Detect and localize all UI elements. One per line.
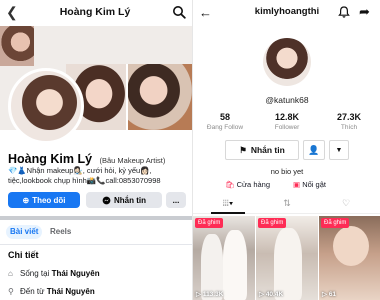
tab-reels[interactable]: Reels	[46, 225, 75, 239]
message-button-label: Nhắn tin	[114, 195, 146, 205]
share-icon[interactable]: ➦	[359, 4, 375, 20]
message-button-label: Nhắn tin	[250, 145, 285, 155]
shop-link-label: Cửa hàng	[236, 180, 271, 189]
flag-icon: ⚑	[239, 144, 247, 155]
facebook-header: ❮ Hoàng Kim Lý	[0, 0, 192, 26]
tab-liked-icon[interactable]: ♡	[331, 198, 361, 209]
follow-button-label: Theo dõi	[32, 195, 66, 205]
details-heading: Chi tiết	[8, 250, 39, 260]
profile-name: Hoàng Kim Lý	[8, 152, 93, 166]
shop-icon: 🛍	[225, 180, 235, 189]
stat-value: 27.3K	[336, 112, 362, 122]
stat-followers[interactable]: 12.8K Follower	[257, 112, 317, 132]
figure-shape	[223, 230, 247, 300]
figure-shape	[333, 226, 369, 266]
stat-value: 58	[219, 112, 230, 122]
profile-bio: no bio yet	[270, 167, 304, 176]
caret-down-icon: ▼	[335, 146, 343, 154]
more-options-button[interactable]: ...	[166, 192, 186, 208]
section-divider	[0, 216, 192, 220]
featured-icon: ▣	[293, 180, 301, 189]
stat-label: Follower	[274, 124, 300, 131]
tiktok-header: ← kimlyhoangthi ➦	[193, 0, 380, 26]
tab-videos-grid-icon[interactable]: ⦙⦙⦙▾	[213, 198, 243, 209]
detail-place[interactable]: Thái Nguyên	[52, 269, 100, 278]
view-count-value: 40.4K	[265, 291, 284, 298]
message-button[interactable]: ⚑ Nhắn tin	[225, 140, 299, 160]
profile-bio: 💎👗Nhận makeup👩🏻‍🎨, cưới hỏi, kỷ yếu👩🏻, t…	[8, 166, 161, 185]
more-dropdown-button[interactable]: ▼	[329, 140, 349, 160]
profile-handle: @katunk68	[265, 95, 309, 105]
view-count: ▷ 40.4K	[259, 291, 284, 298]
cover-photo-right	[128, 64, 192, 130]
pinned-badge: Đã ghim	[195, 218, 224, 228]
video-thumbnail[interactable]: Đã ghim ▷ 113.3K	[193, 216, 255, 300]
active-tab-underline	[211, 212, 245, 214]
profile-links: 🛍 Cửa hàng ▣ Nổi gật	[193, 180, 380, 192]
stat-following[interactable]: 58 Đang Follow	[195, 112, 255, 132]
add-user-icon: 👤	[308, 144, 320, 155]
home-icon: ⌂	[8, 269, 13, 278]
featured-link[interactable]: ▣ Nổi gật	[293, 180, 326, 189]
detail-prefix: Đến từ	[20, 287, 47, 296]
follow-plus-icon: ⊕	[22, 195, 30, 205]
profile-stats: 58 Đang Follow 12.8K Follower 27.3K Thíc…	[193, 112, 380, 134]
back-arrow-icon[interactable]: ←	[199, 5, 212, 20]
tab-posts[interactable]: Bài viết	[6, 225, 43, 239]
stat-likes: 27.3K Thích	[319, 112, 379, 132]
featured-link-label: Nổi gật	[302, 180, 326, 189]
facebook-profile-pane: ❮ Hoàng Kim Lý Hoàng Kim Lý (Bâu Makeup …	[0, 0, 192, 300]
detail-prefix: Sống tại	[20, 269, 52, 278]
view-count-value: 113.3K	[202, 291, 224, 298]
view-count: ▷ 61	[322, 291, 337, 298]
follow-button[interactable]: ⊕ Theo dõi	[8, 192, 80, 208]
message-button[interactable]: Nhắn tin	[86, 192, 162, 208]
cover-photo-left	[0, 26, 34, 66]
pinned-badge: Đã ghim	[321, 218, 350, 228]
stat-value: 12.8K	[274, 112, 300, 122]
profile-avatar[interactable]	[8, 68, 84, 144]
header-title: kimlyhoangthi	[254, 6, 320, 17]
add-friend-button[interactable]: 👤	[303, 140, 325, 160]
bell-icon[interactable]	[337, 5, 351, 19]
view-count-value: 61	[328, 291, 337, 298]
pinned-badge: Đã ghim	[258, 218, 287, 228]
tiktok-profile-pane: ← kimlyhoangthi ➦ @katunk68 58 Đang Foll…	[192, 0, 380, 300]
location-pin-icon: ⚲	[8, 287, 14, 296]
search-icon[interactable]	[172, 5, 186, 19]
video-thumbnail[interactable]: Đã ghim ▷ 40.4K	[256, 216, 318, 300]
tab-reposts-icon[interactable]: ⇅	[272, 198, 302, 209]
profile-tabs: Bài viết Reels	[0, 222, 192, 240]
view-count: ▷ 113.3K	[196, 291, 224, 298]
shop-link[interactable]: 🛍 Cửa hàng	[225, 180, 270, 189]
stat-label: Đang Follow	[206, 124, 244, 131]
messenger-icon	[102, 196, 111, 204]
stat-label: Thích	[340, 124, 358, 131]
split-screenshot: ❮ Hoàng Kim Lý Hoàng Kim Lý (Bâu Makeup …	[0, 0, 380, 300]
detail-lives-in: ⌂ Sống tại Thái Nguyên	[8, 268, 188, 280]
back-arrow-icon[interactable]: ❮	[6, 4, 22, 20]
video-thumbnail[interactable]: Đã ghim ▷ 61	[319, 216, 380, 300]
header-title: Hoàng Kim Lý	[59, 6, 131, 18]
profile-avatar[interactable]	[263, 38, 311, 86]
tabs-separator	[0, 244, 192, 245]
detail-place[interactable]: Thái Nguyên	[47, 287, 95, 296]
video-grid: Đã ghim ▷ 113.3K Đã ghim ▷ 40.4K Đã ghim…	[193, 216, 380, 300]
detail-from: ⚲ Đến từ Thái Nguyên	[8, 286, 188, 298]
alternate-name: (Bâu Makeup Artist)	[99, 156, 166, 165]
